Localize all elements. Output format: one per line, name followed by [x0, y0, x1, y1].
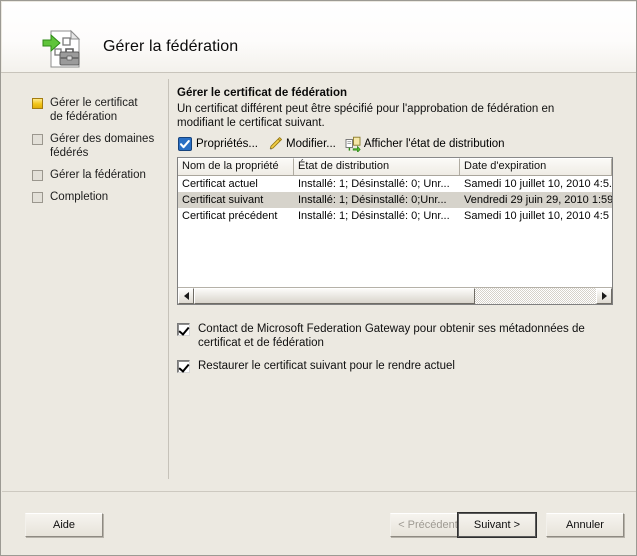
modify-button[interactable]: Modifier...	[267, 136, 336, 152]
scrollbar-thumb[interactable]	[194, 288, 476, 304]
header-separator	[1, 72, 636, 73]
checkbox-contact-federation-gateway[interactable]	[177, 323, 190, 336]
options-group: Contact de Microsoft Federation Gateway …	[177, 322, 617, 373]
cell-expiration-date: Samedi 10 juillet 10, 2010 4:5	[464, 210, 609, 222]
step-box-icon	[32, 134, 43, 145]
sidebar-item-label: Completion	[50, 191, 109, 203]
scrollbar-track[interactable]	[194, 288, 596, 304]
sidebar-item-gerer-le-certificat-de-federation[interactable]: Gérer le certificat de fédération	[32, 96, 138, 124]
cell-expiration-date: Vendredi 29 juin 29, 2010 1:59...	[464, 194, 612, 206]
chevron-left-icon	[183, 292, 189, 300]
option-label: Restaurer le certificat suivant pour le …	[198, 360, 455, 372]
scroll-left-button[interactable]	[178, 288, 194, 304]
horizontal-scrollbar[interactable]	[178, 287, 612, 304]
next-button[interactable]: Suivant >	[458, 513, 536, 537]
sidebar-divider	[168, 79, 169, 479]
sidebar-item-completion[interactable]: Completion	[32, 190, 108, 204]
modify-button-label: Modifier...	[286, 138, 336, 150]
table-body: Certificat actuel Installé: 1; Désinstal…	[178, 176, 612, 224]
scroll-right-button[interactable]	[596, 288, 612, 304]
option-restore-next-certificate[interactable]: Restaurer le certificat suivant pour le …	[177, 359, 617, 373]
cell-distribution-status: Installé: 1; Désinstallé: 0; Unr...	[298, 178, 450, 190]
cancel-button[interactable]: Annuler	[546, 513, 624, 537]
sidebar-item-gerer-des-domaines-federes[interactable]: Gérer des domaines fédérés	[32, 132, 154, 160]
cell-distribution-status: Installé: 1; Désinstallé: 0;Unr...	[298, 194, 447, 206]
chevron-right-icon	[601, 292, 607, 300]
section-description: Un certificat différent peut être spécif…	[177, 103, 555, 129]
table-row[interactable]: Certificat actuel Installé: 1; Désinstal…	[178, 176, 612, 192]
sidebar-item-label: Gérer la fédération	[50, 169, 146, 181]
column-header-nom-de-la-propriete[interactable]: Nom de la propriété	[178, 158, 294, 175]
view-distribution-status-label: Afficher l'état de distribution	[363, 138, 505, 150]
table-row[interactable]: Certificat suivant Installé: 1; Désinsta…	[178, 192, 612, 208]
checkbox-restore-next-certificate[interactable]	[177, 360, 190, 373]
distribution-status-icon	[345, 136, 361, 154]
certificate-list[interactable]: Nom de la propriété État de distribution…	[177, 157, 613, 305]
current-step-box-icon	[32, 98, 43, 109]
column-header-etat-de-distribution[interactable]: État de distribution	[294, 158, 460, 175]
sidebar-item-label: Gérer des domaines fédérés	[50, 133, 155, 159]
table-row[interactable]: Certificat précédent Installé: 1; Désins…	[178, 208, 612, 224]
command-toolbar: Propriétés... Modifier... Afficher l'éta…	[177, 134, 617, 154]
wizard-dialog: Gérer la fédération Gérer le certificat …	[0, 0, 637, 556]
previous-button: < Précédent	[390, 513, 466, 537]
help-button[interactable]: Aide	[25, 513, 103, 537]
cell-distribution-status: Installé: 1; Désinstallé: 0; Unr...	[298, 210, 450, 222]
page-title: Gérer la fédération	[103, 38, 239, 55]
wizard-step-list: Gérer le certificat de fédération Gérer …	[2, 74, 168, 491]
federation-document-briefcase-icon	[39, 28, 85, 70]
option-label: Contact de Microsoft Federation Gateway …	[198, 323, 585, 349]
dialog-footer: Aide < Précédent Suivant > Annuler	[2, 492, 636, 555]
section-heading: Gérer le certificat de fédération	[177, 87, 348, 99]
properties-checkbox-icon	[177, 136, 193, 152]
pencil-edit-icon	[267, 136, 283, 152]
main-content: Gérer le certificat de fédération Un cer…	[177, 87, 617, 382]
step-box-icon	[32, 192, 43, 203]
dialog-header: Gérer la fédération	[2, 2, 636, 73]
cell-property-name: Certificat suivant	[182, 194, 264, 206]
properties-button-label: Propriétés...	[196, 138, 258, 150]
sidebar-item-gerer-la-federation[interactable]: Gérer la fédération	[32, 168, 146, 182]
table-header-row: Nom de la propriété État de distribution…	[178, 158, 612, 176]
option-contact-federation-gateway[interactable]: Contact de Microsoft Federation Gateway …	[177, 322, 617, 350]
column-header-date-d-expiration[interactable]: Date d'expiration	[460, 158, 612, 175]
cell-expiration-date: Samedi 10 juillet 10, 2010 4:5...	[464, 178, 612, 190]
cell-property-name: Certificat actuel	[182, 178, 258, 190]
properties-button[interactable]: Propriétés...	[177, 136, 258, 152]
cell-property-name: Certificat précédent	[182, 210, 278, 222]
sidebar-item-label: Gérer le certificat de fédération	[50, 97, 138, 123]
step-box-icon	[32, 170, 43, 181]
view-distribution-status-button[interactable]: Afficher l'état de distribution	[345, 136, 505, 154]
